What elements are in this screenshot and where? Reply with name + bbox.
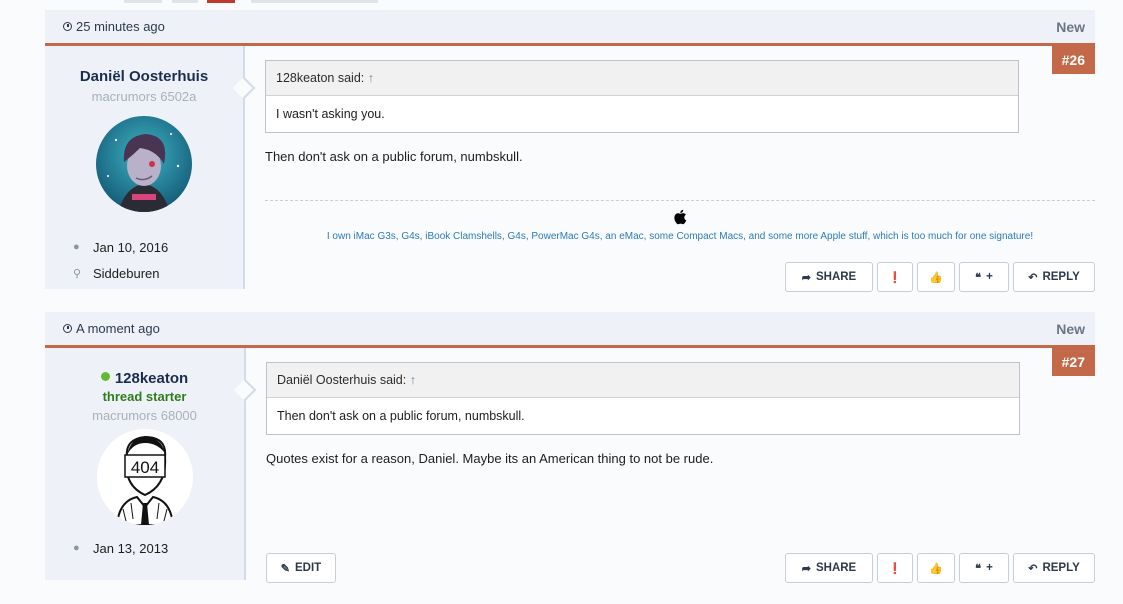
user-info: 128keaton thread starter macrumors 68000…	[45, 348, 257, 580]
exclamation-icon: ❗	[888, 271, 902, 284]
reply-label: REPLY	[1042, 562, 1080, 574]
multiquote-button[interactable]: ❝ +	[959, 262, 1009, 292]
edit-button[interactable]: ✎ EDIT	[266, 553, 336, 583]
post-time[interactable]: A moment ago	[63, 321, 160, 336]
pagination-stub	[172, 0, 198, 3]
multiquote-plus: +	[986, 271, 993, 283]
thumbs-up-icon: 👍	[929, 562, 943, 575]
quote-block: 128keaton said: ↑ I wasn't asking you.	[265, 60, 1019, 133]
user-icon: ●	[73, 542, 80, 554]
user-info: Daniël Oosterhuis macrumors 6502a ● Jan 1…	[45, 46, 256, 289]
pagination-stub	[251, 0, 378, 3]
quote-text: I wasn't asking you.	[276, 107, 385, 121]
pagination-stub	[124, 0, 162, 3]
join-date-row: ● Jan 13, 2013	[73, 535, 244, 561]
location-row: ⚲ Siddeburen	[73, 260, 243, 286]
share-label: SHARE	[815, 271, 857, 283]
share-label: SHARE	[815, 562, 857, 574]
multiquote-plus: +	[986, 562, 993, 574]
post-number[interactable]: #27	[1051, 348, 1095, 376]
edit-label: EDIT	[295, 562, 322, 574]
clock-icon	[63, 22, 72, 31]
post-time[interactable]: 25 minutes ago	[63, 19, 165, 34]
reply-button[interactable]: ↶ REPLY	[1013, 553, 1095, 583]
post-time-label[interactable]: A moment ago	[76, 321, 160, 336]
map-pin-icon: ⚲	[73, 267, 82, 280]
post-number[interactable]: #26	[1051, 46, 1095, 74]
post-actions: ➦ SHARE ❗ 👍 ❝ + ↶ REPLY	[785, 553, 1095, 583]
join-date-row: ● Jan 10, 2016	[73, 234, 243, 260]
report-button[interactable]: ❗	[877, 553, 913, 583]
signature: I own iMac G3s, G4s, iBook Clamshells, G…	[265, 200, 1095, 242]
avatar[interactable]: 404	[96, 429, 193, 525]
quote-text: Then don't ask on a public forum, numbsk…	[277, 409, 525, 423]
pencil-icon: ✎	[280, 562, 290, 575]
post-header: A moment ago New	[45, 312, 1095, 348]
quote-header[interactable]: Daniël Oosterhuis said: ↑	[267, 363, 1019, 398]
thread-starter-badge: thread starter	[102, 389, 187, 404]
new-badge: New	[1056, 18, 1085, 35]
reply-button[interactable]: ↶ REPLY	[1013, 262, 1095, 292]
post-header: 25 minutes ago New	[45, 10, 1095, 46]
post-26: 25 minutes ago New Daniël Oosterhuis mac…	[45, 10, 1095, 292]
post-body: Daniël Oosterhuis macrumors 6502a ● Jan 1…	[45, 46, 1095, 292]
post-content: #27 Daniël Oosterhuis said: ↑ Then don't…	[246, 348, 1095, 583]
multiquote-button[interactable]: ❝ +	[959, 553, 1009, 583]
report-button[interactable]: ❗	[877, 262, 913, 292]
user-title: macrumors 6502a	[91, 89, 197, 104]
apple-logo-icon	[674, 209, 687, 225]
avatar-404-text: 404	[130, 458, 158, 477]
quote-arrow-icon[interactable]: ↑	[410, 373, 416, 387]
pagination-stub	[207, 0, 235, 3]
quote-header[interactable]: 128keaton said: ↑	[266, 61, 1018, 96]
like-button[interactable]: 👍	[917, 553, 955, 583]
quote-icon: ❝	[975, 271, 982, 284]
post-content: #26 128keaton said: ↑ I wasn't asking yo…	[245, 46, 1095, 292]
post-body: 128keaton thread starter macrumors 68000…	[45, 348, 1095, 583]
user-icon: ●	[73, 241, 80, 253]
reply-arrow-icon: ↶	[1028, 562, 1038, 575]
join-date: Jan 13, 2013	[93, 540, 169, 556]
post-27: A moment ago New 128keaton thread starte…	[45, 312, 1095, 583]
share-arrow-icon: ➦	[801, 271, 811, 284]
quote-arrow-icon[interactable]: ↑	[368, 71, 374, 85]
reply-label: REPLY	[1042, 271, 1080, 283]
quote-author: 128keaton said:	[276, 71, 365, 85]
share-button[interactable]: ➦ SHARE	[785, 262, 873, 292]
user-meta: ● Jan 10, 2016 ⚲ Siddeburen	[45, 234, 243, 286]
quote-icon: ❝	[975, 562, 982, 575]
post-message: Quotes exist for a reason, Daniel. Maybe…	[266, 451, 714, 466]
user-title: macrumors 68000	[92, 408, 197, 423]
post-time-label[interactable]: 25 minutes ago	[76, 19, 165, 34]
reply-arrow-icon: ↶	[1028, 271, 1038, 284]
username-label[interactable]: 128keaton	[115, 370, 188, 387]
avatar[interactable]	[96, 116, 192, 212]
clock-icon	[63, 324, 72, 333]
post-message: Then don't ask on a public forum, numbsk…	[265, 149, 523, 164]
username[interactable]: 128keaton	[45, 370, 244, 387]
join-date: Jan 10, 2016	[93, 239, 169, 255]
quote-author: Daniël Oosterhuis said:	[277, 373, 407, 387]
user-meta: ● Jan 13, 2013	[45, 535, 244, 561]
post-actions: ➦ SHARE ❗ 👍 ❝ + ↶ REPLY	[785, 262, 1095, 292]
signature-text[interactable]: I own iMac G3s, G4s, iBook Clamshells, G…	[265, 231, 1095, 242]
new-badge: New	[1056, 320, 1085, 337]
quote-block: Daniël Oosterhuis said: ↑ Then don't ask…	[266, 362, 1020, 435]
exclamation-icon: ❗	[888, 562, 902, 575]
share-arrow-icon: ➦	[801, 562, 811, 575]
location: Siddeburen	[93, 265, 160, 281]
online-indicator	[100, 372, 110, 381]
username[interactable]: Daniël Oosterhuis	[45, 68, 243, 85]
share-button[interactable]: ➦ SHARE	[785, 553, 873, 583]
thumbs-up-icon: 👍	[929, 271, 943, 284]
like-button[interactable]: 👍	[917, 262, 955, 292]
